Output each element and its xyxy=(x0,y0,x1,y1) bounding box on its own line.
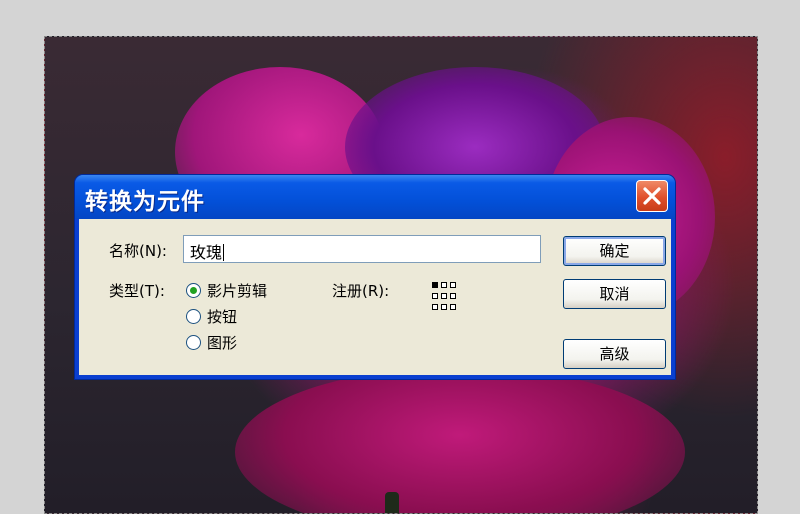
type-option-label: 影片剪辑 xyxy=(207,282,268,300)
cancel-button[interactable]: 取消 xyxy=(563,279,666,309)
registration-point-bottom-right[interactable] xyxy=(450,304,456,310)
dialog-body: 名称(N): 玫瑰 类型(T): 影片剪辑 按钮 图形 注册(R): 确定 取消… xyxy=(79,219,671,375)
registration-point-middle-left[interactable] xyxy=(432,293,438,299)
type-option-button[interactable]: 按钮 xyxy=(186,306,237,327)
registration-point-middle-right[interactable] xyxy=(450,293,456,299)
rose-stem xyxy=(385,492,399,513)
dialog-title: 转换为元件 xyxy=(85,189,205,215)
ok-button[interactable]: 确定 xyxy=(563,236,666,266)
radio-button[interactable] xyxy=(186,335,201,350)
rose-petal-bottom xyxy=(235,367,685,513)
advanced-button[interactable]: 高级 xyxy=(563,339,666,369)
text-caret xyxy=(223,244,225,261)
registration-point-center[interactable] xyxy=(441,293,447,299)
registration-point-bottom-center[interactable] xyxy=(441,304,447,310)
name-input-value: 玫瑰 xyxy=(190,243,223,262)
convert-to-symbol-dialog: 转换为元件 名称(N): 玫瑰 类型(T): 影片剪辑 按钮 图形 注册(R): xyxy=(75,175,675,379)
dialog-titlebar[interactable]: 转换为元件 xyxy=(75,175,675,219)
close-button[interactable] xyxy=(636,180,668,212)
registration-label: 注册(R): xyxy=(332,282,390,300)
type-option-graphic[interactable]: 图形 xyxy=(186,332,237,353)
type-option-label: 图形 xyxy=(207,334,238,352)
radio-button-checked[interactable] xyxy=(186,283,201,298)
registration-point-top-left[interactable] xyxy=(432,282,438,288)
registration-grid-icon[interactable] xyxy=(432,282,462,312)
radio-button[interactable] xyxy=(186,309,201,324)
registration-point-bottom-left[interactable] xyxy=(432,304,438,310)
name-input[interactable]: 玫瑰 xyxy=(183,235,541,263)
registration-point-top-center[interactable] xyxy=(441,282,447,288)
type-label: 类型(T): xyxy=(109,282,165,300)
type-option-label: 按钮 xyxy=(207,308,238,326)
type-option-movie-clip[interactable]: 影片剪辑 xyxy=(186,280,267,301)
close-x-icon xyxy=(643,187,661,205)
name-label: 名称(N): xyxy=(109,242,167,260)
registration-point-top-right[interactable] xyxy=(450,282,456,288)
